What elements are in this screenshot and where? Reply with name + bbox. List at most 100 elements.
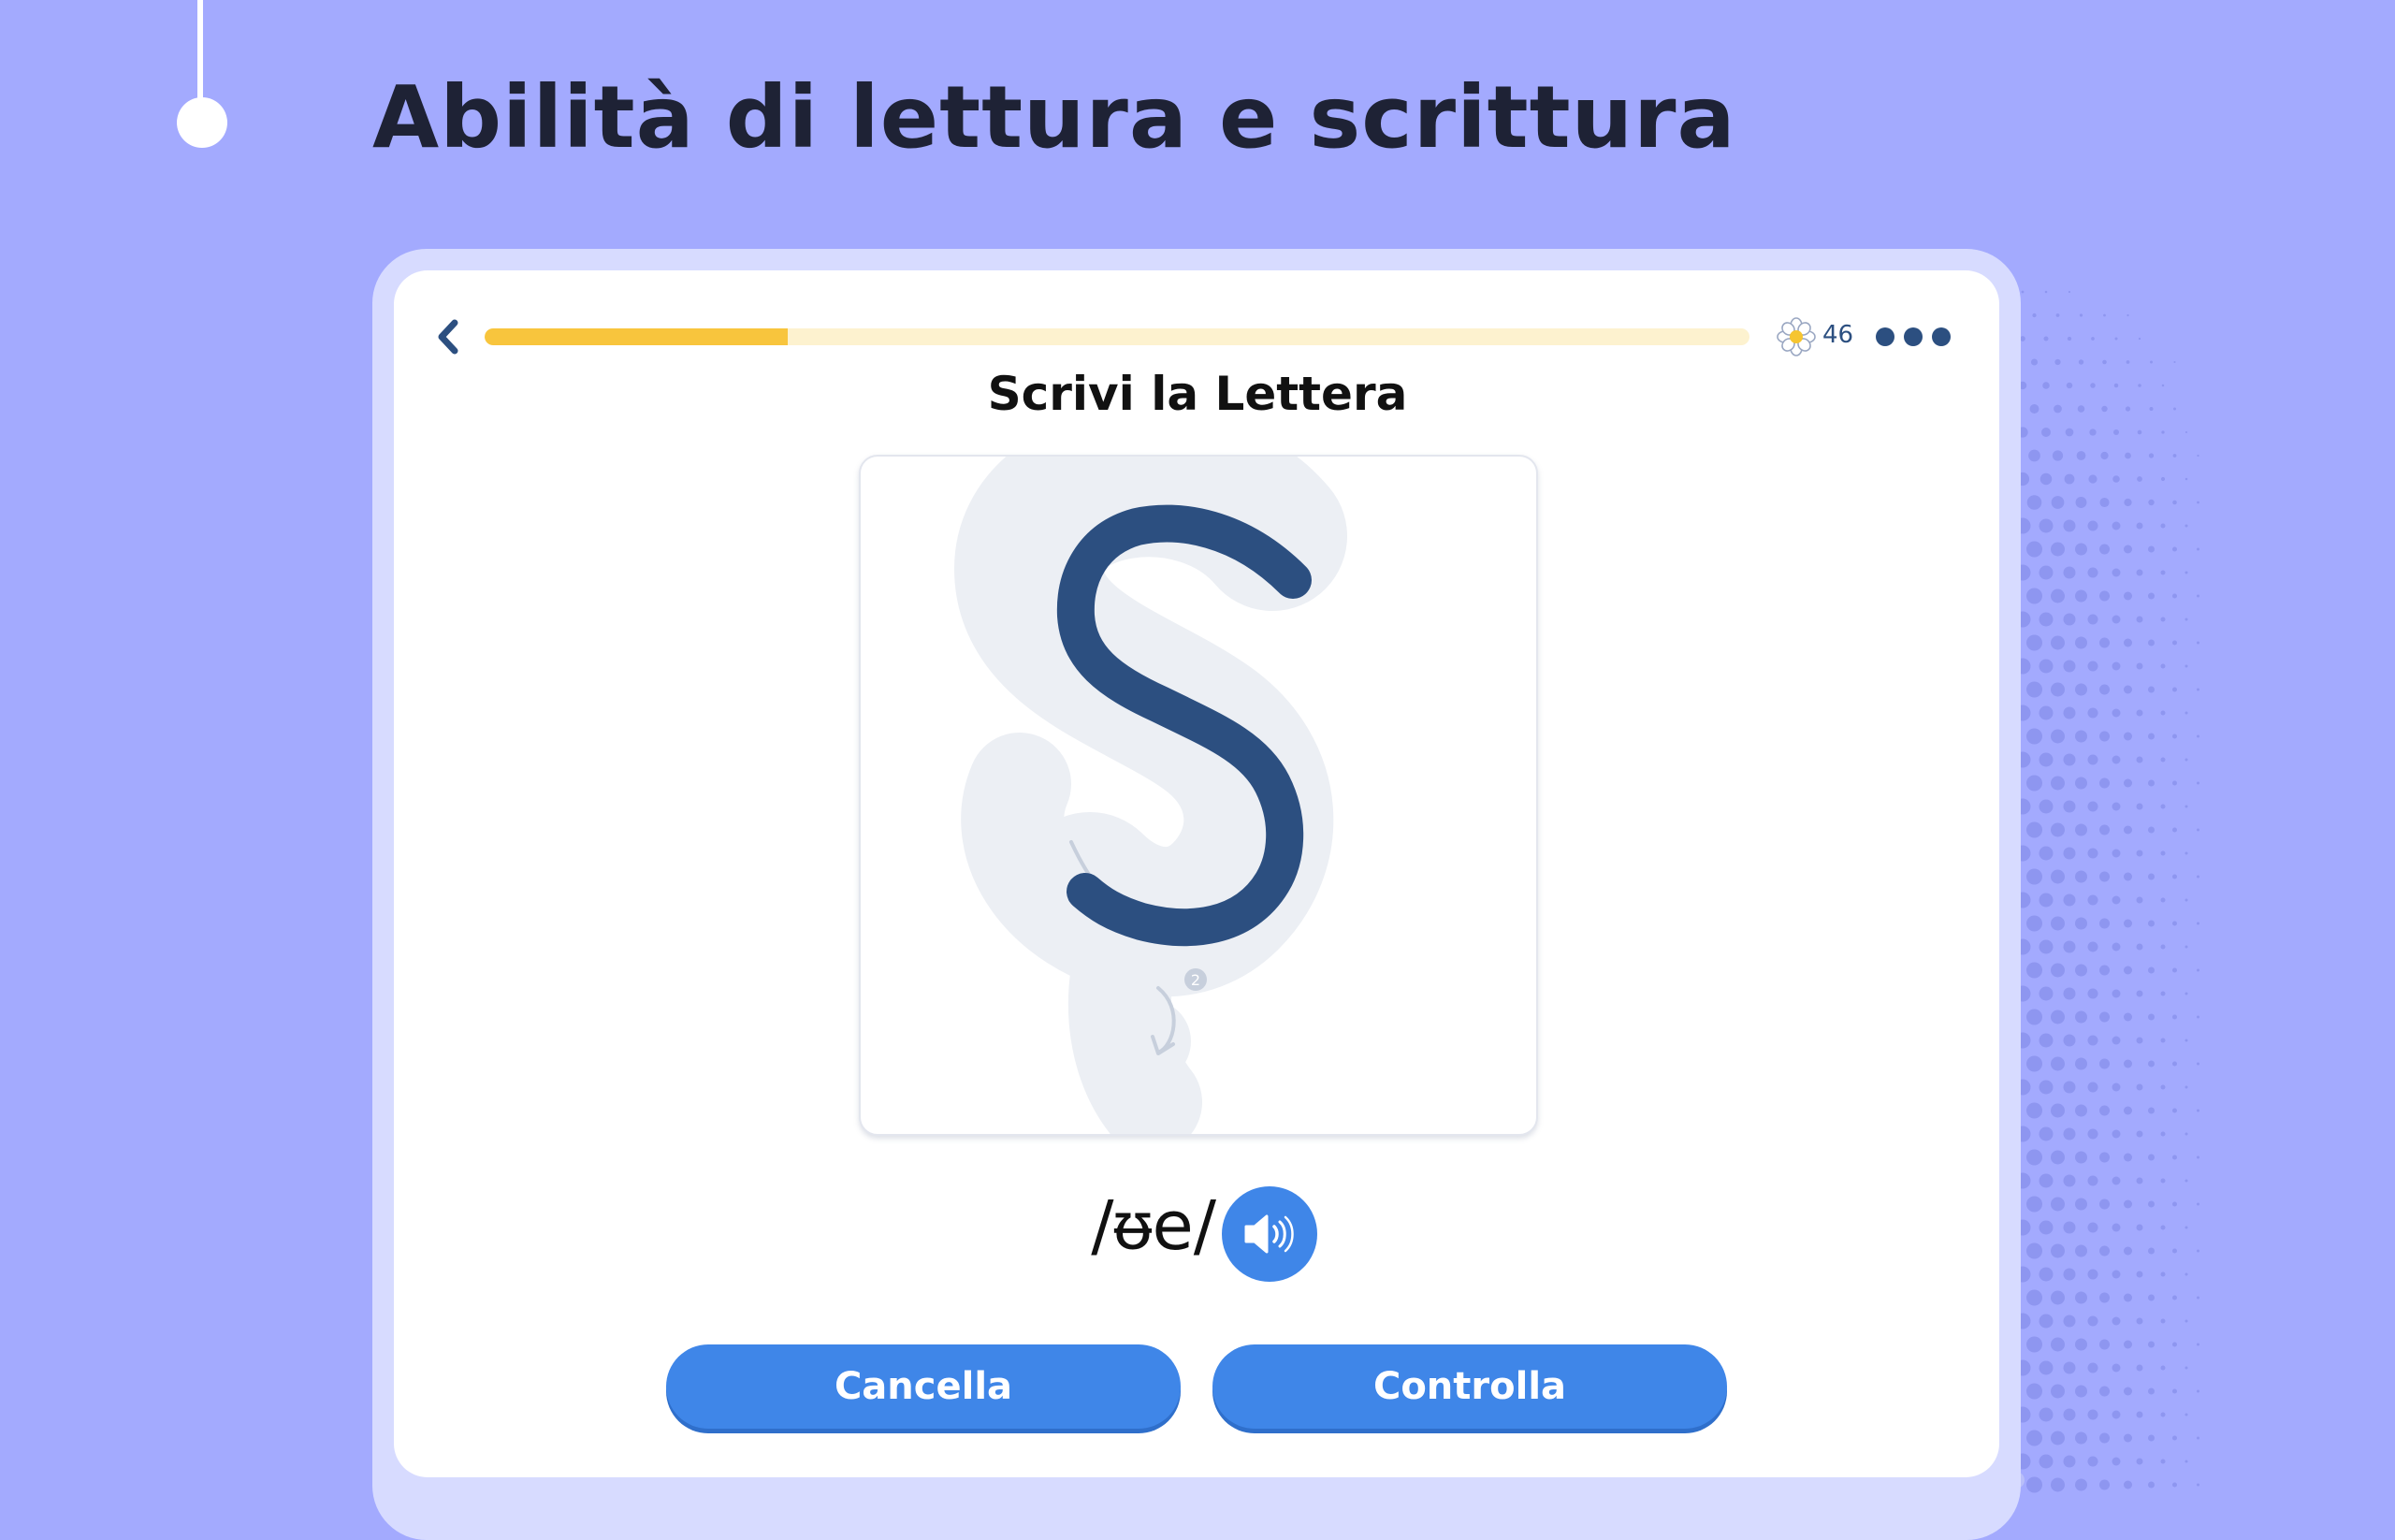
decor-dot (2063, 753, 2076, 766)
decor-dot (2067, 336, 2072, 341)
decor-dot (2075, 1198, 2087, 1211)
decor-dot (2197, 1436, 2199, 1440)
decor-dot (2172, 734, 2177, 739)
decor-dot (2026, 1196, 2042, 1213)
decor-dot (2063, 1127, 2076, 1140)
decor-dot (2039, 612, 2054, 627)
decor-dot (2075, 1338, 2087, 1351)
stroke-number: 2 (1191, 971, 1200, 989)
decor-dot (2112, 1457, 2121, 1466)
decor-dot (2075, 777, 2087, 790)
decor-dot (2087, 1409, 2098, 1420)
more-options-button[interactable] (1876, 321, 1951, 353)
decor-dot (2161, 430, 2165, 434)
clear-button[interactable]: Cancella (666, 1344, 1181, 1429)
decor-dot (2125, 452, 2131, 459)
decor-dot (2112, 755, 2121, 764)
decor-dot (2026, 1242, 2042, 1259)
decor-dot (2112, 1129, 2121, 1139)
decor-dot (2124, 1199, 2132, 1209)
decor-dot (2026, 775, 2042, 792)
decor-dot (2099, 1339, 2110, 1350)
decor-dot (2051, 682, 2065, 697)
decor-dot (2197, 594, 2199, 598)
decor-dot (2051, 635, 2065, 650)
decor-dot (2112, 942, 2121, 952)
page-headline: Abilità di lettura e scrittura (372, 67, 1736, 167)
decor-dot (2032, 312, 2037, 318)
decor-dot (2185, 1366, 2188, 1370)
decor-dot (2099, 1292, 2110, 1303)
decor-dot (2055, 313, 2060, 317)
decor-dot (2197, 547, 2199, 551)
decor-dot (2087, 1222, 2098, 1233)
decor-dot (2063, 1034, 2076, 1047)
decor-dot (2079, 313, 2083, 317)
letter-drawing-board[interactable]: 2 (859, 407, 1538, 1154)
decor-dot (2136, 1411, 2143, 1418)
decor-dot (2087, 988, 2098, 999)
play-sound-button[interactable] (1222, 1186, 1317, 1282)
decor-dot (2112, 989, 2121, 998)
decor-dot (2197, 1483, 2199, 1487)
decor-dot (2063, 706, 2076, 719)
decor-dot (2075, 543, 2087, 556)
decor-dot (2124, 638, 2132, 647)
decor-dot (2052, 450, 2064, 461)
decor-dot (2124, 1246, 2132, 1256)
decor-dot (2197, 1155, 2199, 1159)
decor-dot (2039, 799, 2054, 814)
decor-dot (2160, 991, 2166, 996)
check-button[interactable]: Controlla (1212, 1344, 1727, 1429)
decor-dot (2026, 634, 2042, 651)
decor-dot (2099, 590, 2110, 602)
decor-dot (2124, 1433, 2132, 1443)
decor-dot (2068, 290, 2071, 294)
decor-dot (2172, 780, 2177, 786)
decor-dot (2160, 850, 2166, 856)
decor-dot (2148, 639, 2155, 647)
decor-dot (2051, 1384, 2065, 1399)
decor-dot (2185, 992, 2188, 995)
decor-dot (2075, 1151, 2087, 1164)
decor-dot (2063, 940, 2076, 953)
decor-dot (2075, 964, 2087, 977)
decor-dot (2136, 1224, 2143, 1231)
decor-dot (2136, 1271, 2143, 1278)
decor-dot (2124, 1340, 2132, 1349)
decor-dot (2197, 781, 2199, 785)
timeline-line (197, 0, 203, 108)
decor-dot (2172, 687, 2177, 692)
decor-dot (2099, 965, 2110, 976)
decor-dot (2051, 729, 2065, 744)
dot-pattern-decoration (1966, 290, 2199, 1495)
letter-trace-area[interactable]: 2 (861, 407, 1536, 1154)
decor-dot (2185, 1226, 2188, 1229)
decor-dot (2137, 429, 2142, 435)
decor-dot (2197, 454, 2199, 458)
decor-dot (2197, 875, 2199, 879)
decor-dot (2185, 711, 2188, 715)
decor-dot (2039, 1267, 2054, 1282)
back-button[interactable] (428, 314, 469, 359)
decor-dot (2087, 1315, 2098, 1327)
decor-dot (2039, 472, 2053, 486)
decor-dot (2148, 1060, 2155, 1068)
decor-dot (2197, 828, 2199, 832)
decor-dot (2136, 1130, 2143, 1138)
decor-dot (2148, 1434, 2155, 1442)
decor-dot (2124, 1106, 2132, 1115)
decor-dot (2185, 477, 2188, 481)
decor-dot (2197, 1109, 2199, 1112)
decor-dot (2197, 1062, 2199, 1066)
decor-dot (2026, 495, 2042, 510)
decor-dot (2160, 570, 2166, 575)
decor-dot (2087, 567, 2098, 578)
decor-dot (2087, 1175, 2098, 1186)
chevron-left-icon (438, 319, 458, 355)
decor-dot (2026, 728, 2042, 745)
decor-dot (2172, 1061, 2177, 1067)
decor-dot (2026, 1383, 2042, 1400)
decor-dot (2160, 1459, 2166, 1464)
decor-dot (2021, 290, 2025, 294)
